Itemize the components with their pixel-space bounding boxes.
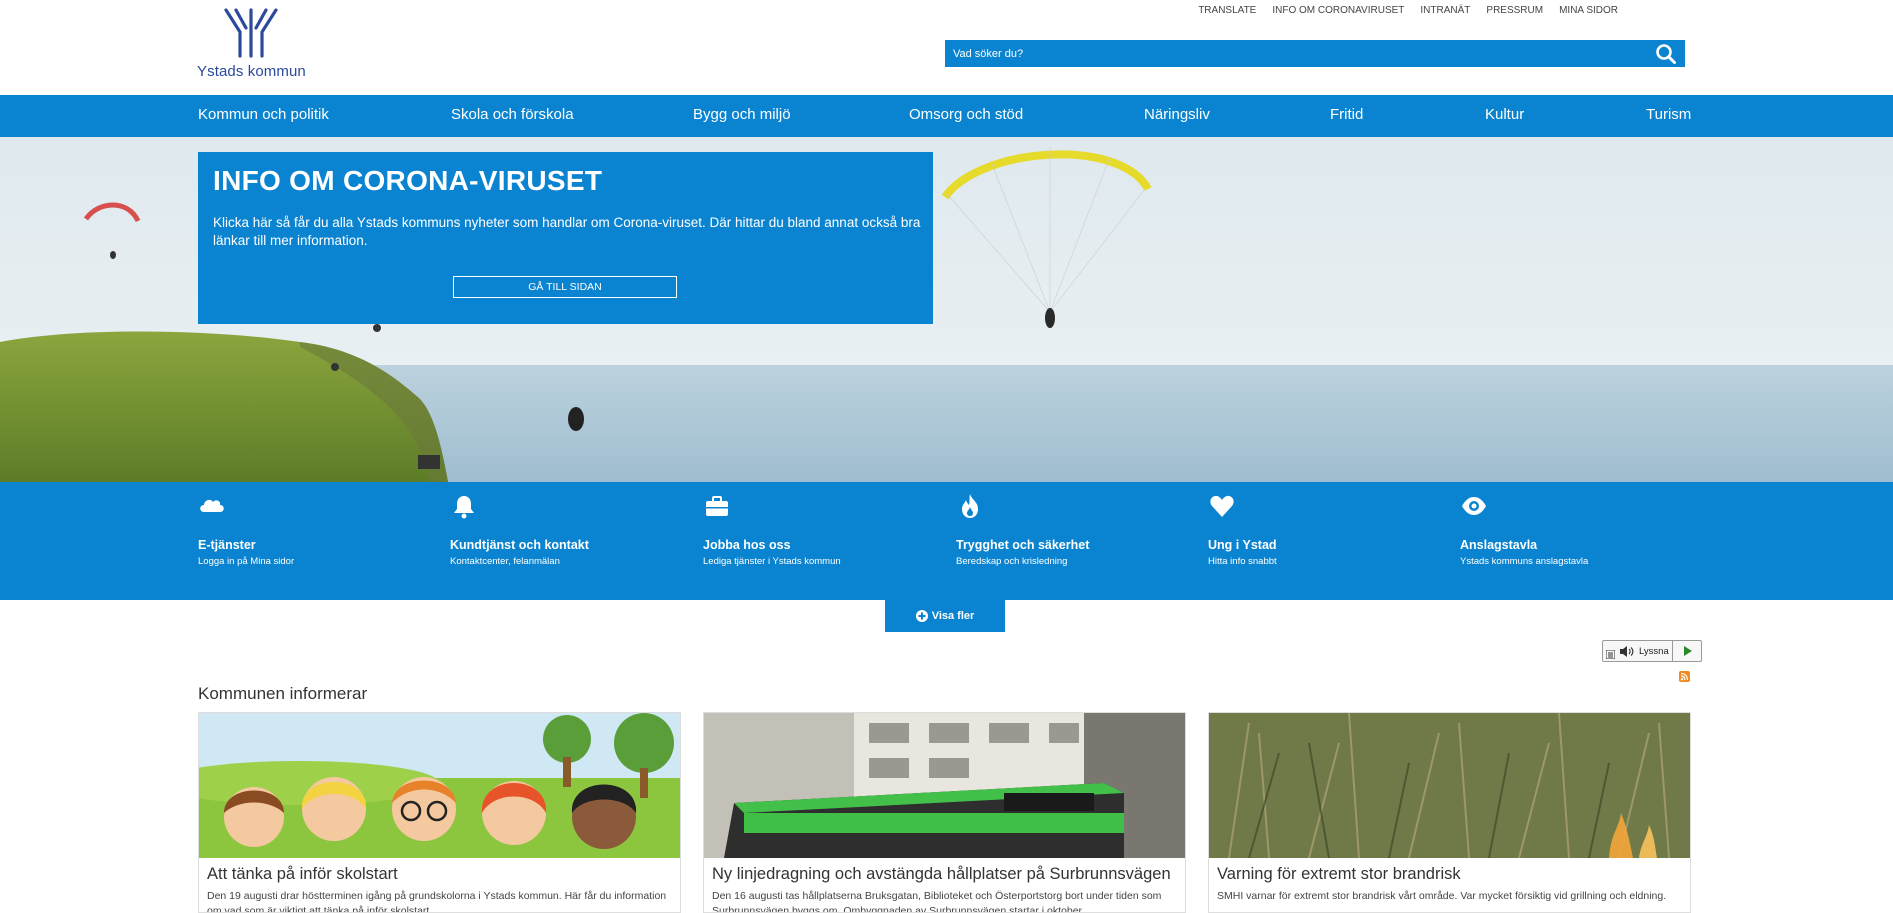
nav-kommun-och-politik[interactable]: Kommun och politik [198, 95, 329, 137]
readspeaker-icon [1606, 650, 1615, 659]
search-bar [945, 40, 1685, 67]
news-card[interactable]: Ny linjedragning och avstängda hållplats… [703, 712, 1186, 913]
nav-naringsliv[interactable]: Näringsliv [1144, 95, 1210, 137]
service-subtitle: Hitta info snabbt [1208, 556, 1277, 567]
services-band: E-tjänster Logga in på Mina sidor Kundtj… [0, 482, 1893, 600]
top-links: TRANSLATE INFO OM CORONAVIRUSET INTRANÄT… [1198, 5, 1618, 16]
toplink-mina-sidor[interactable]: MINA SIDOR [1559, 5, 1618, 16]
service-title: Kundtjänst och kontakt [450, 538, 589, 552]
service-title: Jobba hos oss [703, 538, 791, 552]
news-card-image [704, 713, 1185, 858]
news-section-heading: Kommunen informerar [198, 684, 368, 703]
nav-turism[interactable]: Turism [1646, 95, 1691, 137]
nav-bygg-och-miljo[interactable]: Bygg och miljö [693, 95, 791, 137]
bus-street-photo [704, 713, 1185, 858]
news-card-title: Ny linjedragning och avstängda hållplats… [712, 865, 1171, 883]
service-title: Anslagstavla [1460, 538, 1538, 552]
news-card-text: Den 19 augusti drar höstterminen igång p… [207, 890, 667, 913]
search-input[interactable] [945, 40, 1635, 67]
speaker-icon [1620, 646, 1634, 657]
service-ung-i-ystad[interactable]: Ung i Ystad Hitta info snabbt [1208, 492, 1428, 567]
briefcase-icon [706, 496, 728, 516]
service-subtitle: Ystads kommuns anslagstavla [1460, 556, 1589, 567]
rss-icon[interactable] [1679, 671, 1690, 682]
heart-icon [1210, 495, 1234, 517]
main-nav: Kommun och politik Skola och förskola By… [0, 95, 1893, 137]
nav-kultur[interactable]: Kultur [1485, 95, 1524, 137]
news-card[interactable]: Att tänka på inför skolstart Den 19 augu… [198, 712, 681, 913]
corona-info-box: INFO OM CORONA-VIRUSET Klicka här så får… [198, 152, 933, 324]
news-card[interactable]: Varning för extremt stor brandrisk SMHI … [1208, 712, 1691, 913]
site-logo[interactable]: Ystads kommun [197, 8, 327, 83]
hero-title: INFO OM CORONA-VIRUSET [213, 165, 603, 196]
service-anslagstavla[interactable]: Anslagstavla Ystads kommuns anslagstavla [1460, 492, 1680, 567]
service-subtitle: Beredskap och krisledning [956, 556, 1068, 567]
listen-button[interactable]: Lyssna [1602, 640, 1702, 662]
service-title: Ung i Ystad [1208, 538, 1277, 552]
service-title: E-tjänster [198, 538, 256, 552]
news-card-title: Att tänka på inför skolstart [207, 865, 398, 883]
show-more-label: Visa fler [931, 610, 975, 622]
toplink-pressrum[interactable]: PRESSRUM [1486, 5, 1543, 16]
service-trygghet[interactable]: Trygghet och säkerhet Beredskap och kris… [956, 492, 1176, 567]
service-e-tjanster[interactable]: E-tjänster Logga in på Mina sidor [198, 492, 418, 567]
toplink-corona[interactable]: INFO OM CORONAVIRUSET [1272, 5, 1404, 16]
service-subtitle: Lediga tjänster i Ystads kommun [703, 556, 841, 567]
nav-skola-och-forskola[interactable]: Skola och förskola [451, 95, 574, 137]
go-to-page-button[interactable]: GÅ TILL SIDAN [453, 276, 677, 298]
play-icon[interactable] [1672, 641, 1701, 661]
logo-mark-icon [224, 8, 278, 58]
hero-text: Klicka här så får du alla Ystads kommuns… [213, 215, 921, 248]
fire-icon [962, 494, 978, 518]
bell-icon [454, 496, 474, 519]
cloud-icon [200, 499, 224, 512]
service-subtitle: Logga in på Mina sidor [198, 556, 295, 567]
logo-text: Ystads kommun [197, 63, 306, 80]
eye-icon [1462, 497, 1486, 515]
toplink-intranet[interactable]: INTRANÄT [1420, 5, 1470, 16]
nav-omsorg-och-stod[interactable]: Omsorg och stöd [909, 95, 1023, 137]
news-card-image [199, 713, 680, 858]
news-card-text: Den 16 augusti tas hållplatserna Bruksga… [712, 890, 1162, 913]
service-kundtjanst[interactable]: Kundtjänst och kontakt Kontaktcenter, fe… [450, 492, 670, 567]
service-jobba-hos-oss[interactable]: Jobba hos oss Lediga tjänster i Ystads k… [703, 492, 923, 567]
plus-circle-icon [915, 610, 928, 622]
show-more-button[interactable]: Visa fler [885, 600, 1005, 632]
dry-grass-fire-photo [1209, 713, 1690, 858]
service-title: Trygghet och säkerhet [956, 538, 1090, 552]
news-card-text: SMHI varnar för extremt stor brandrisk v… [1217, 890, 1667, 902]
search-icon[interactable] [1655, 43, 1677, 65]
toplink-translate[interactable]: TRANSLATE [1198, 5, 1256, 16]
nav-fritid[interactable]: Fritid [1330, 95, 1363, 137]
service-subtitle: Kontaktcenter, felanmälan [450, 556, 560, 567]
site-header: Ystads kommun TRANSLATE INFO OM CORONAVI… [0, 0, 1893, 95]
news-card-image [1209, 713, 1690, 858]
listen-label: Lyssna [1639, 646, 1669, 657]
news-card-title: Varning för extremt stor brandrisk [1217, 865, 1461, 883]
cartoon-children-illustration [199, 713, 680, 858]
